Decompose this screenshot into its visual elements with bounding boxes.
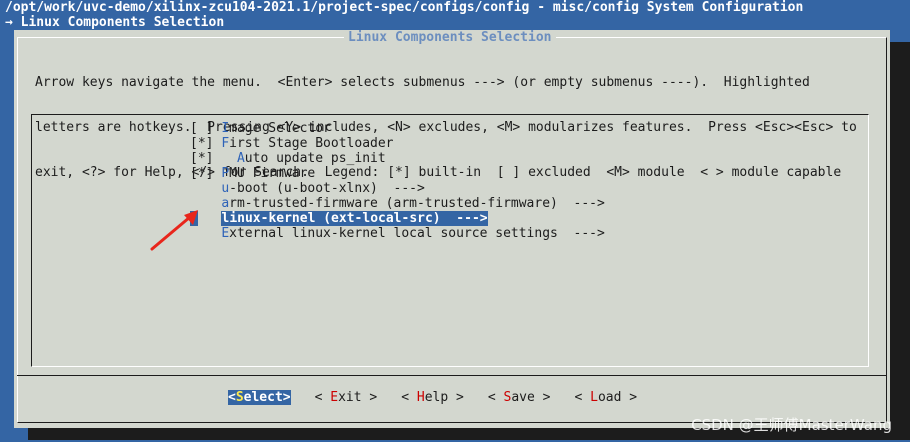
button-row-separator: [17, 375, 887, 376]
menu-item-hotkey: A: [236, 151, 245, 166]
save-button[interactable]: < Save >: [488, 390, 551, 405]
menu-item[interactable]: [*] First Stage Bootloader: [190, 136, 605, 151]
button-close-bracket: >: [361, 390, 378, 405]
button-bar: <Select> < Exit > < Help > < Save > < Load >: [228, 390, 661, 405]
button-open-bracket: <: [487, 390, 504, 405]
menu-item-text: irst Stage Bootloader: [229, 136, 394, 151]
menu-item-hotkey: F: [221, 136, 230, 151]
menu-list: [ ] Image Selector [*] First Stage Bootlo…: [190, 121, 605, 241]
window-title-path: /opt/work/uvc-demo/xilinx-zcu104-2021.1/…: [5, 0, 804, 15]
menu-item[interactable]: [*] PMU Firmware: [190, 166, 605, 181]
button-open-bracket: <: [401, 390, 417, 405]
button-close-bracket: >: [621, 390, 638, 405]
exit-button[interactable]: < Exit >: [315, 390, 378, 405]
button-close-bracket: >: [448, 390, 464, 405]
button-label: xit: [338, 390, 362, 405]
menu-item[interactable]: [ ] Image Selector: [190, 121, 605, 136]
menu-item-hotkey: u: [221, 181, 230, 196]
menu-item[interactable]: [*] Auto update ps_init: [190, 151, 605, 166]
menu-item-hotkey: P: [221, 166, 230, 181]
menu-item-prefix: [190, 181, 221, 196]
watermark: CSDN @王师傅MasterWang: [691, 416, 892, 434]
menu-item-label: Auto update ps_init: [237, 151, 386, 166]
select-button[interactable]: <Select>: [228, 390, 291, 405]
menu-item[interactable]: External linux-kernel local source setti…: [190, 226, 605, 241]
menu-item[interactable]: linux-kernel (ext-local-src) --->: [190, 211, 605, 226]
menu-item[interactable]: u-boot (u-boot-xlnx) --->: [190, 181, 605, 196]
menu-item-text: inux-kernel (ext-local-src) --->: [229, 211, 488, 226]
button-hotkey: H: [416, 390, 425, 405]
menu-item-label: External linux-kernel local source setti…: [221, 226, 605, 241]
button-hotkey: S: [235, 390, 244, 405]
menu-item-text: MU Firmware: [229, 166, 316, 181]
load-button[interactable]: < Load >: [575, 390, 638, 405]
menu-item-label: First Stage Bootloader: [221, 136, 393, 151]
button-label: oad: [597, 390, 622, 405]
button-open-bracket: <: [574, 390, 591, 405]
menu-item-hotkey: I: [221, 121, 230, 136]
menu-item-text: rm-trusted-firmware (arm-trusted-firmwar…: [229, 196, 605, 211]
dialog-title: Linux Components Selection: [344, 30, 556, 45]
menu-item-label: linux-kernel (ext-local-src) --->: [221, 211, 488, 226]
menu-item-text: uto update ps_init: [244, 151, 386, 166]
button-label: elect: [243, 390, 283, 405]
button-close-bracket: >: [534, 390, 551, 405]
annotation-arrow-icon: [150, 210, 198, 251]
button-open-bracket: <: [314, 390, 331, 405]
button-label: elp: [424, 390, 449, 405]
button-label: ave: [511, 390, 535, 405]
breadcrumb: → Linux Components Selection: [5, 15, 225, 30]
menu-item-label: PMU Firmware: [221, 166, 315, 181]
menu-item-hotkey: a: [221, 196, 230, 211]
button-open-bracket: <: [228, 390, 236, 405]
menu-item-text: xternal linux-kernel local source settin…: [229, 226, 605, 241]
button-hotkey: L: [590, 390, 598, 405]
menu-item-prefix: [*]: [190, 136, 222, 151]
menu-item-prefix: [*]: [190, 151, 237, 166]
menu-item-text: -boot (u-boot-xlnx) --->: [229, 181, 425, 196]
menu-item[interactable]: arm-trusted-firmware (arm-trusted-firmwa…: [190, 196, 605, 211]
menu-item-label: u-boot (u-boot-xlnx) --->: [221, 181, 425, 196]
button-hotkey: E: [330, 390, 339, 405]
button-close-bracket: >: [282, 390, 291, 405]
menu-item-text: mage Selector: [229, 121, 331, 136]
help-button[interactable]: < Help >: [401, 390, 464, 405]
menu-item-hotkey: E: [221, 226, 230, 241]
help-line: Arrow keys navigate the menu. <Enter> se…: [35, 75, 810, 90]
menu-item-prefix: [*]: [190, 166, 222, 181]
menu-item-label: Image Selector: [221, 121, 331, 136]
menu-item-label: arm-trusted-firmware (arm-trusted-firmwa…: [221, 196, 605, 211]
menu-item-prefix: [ ]: [190, 121, 222, 136]
